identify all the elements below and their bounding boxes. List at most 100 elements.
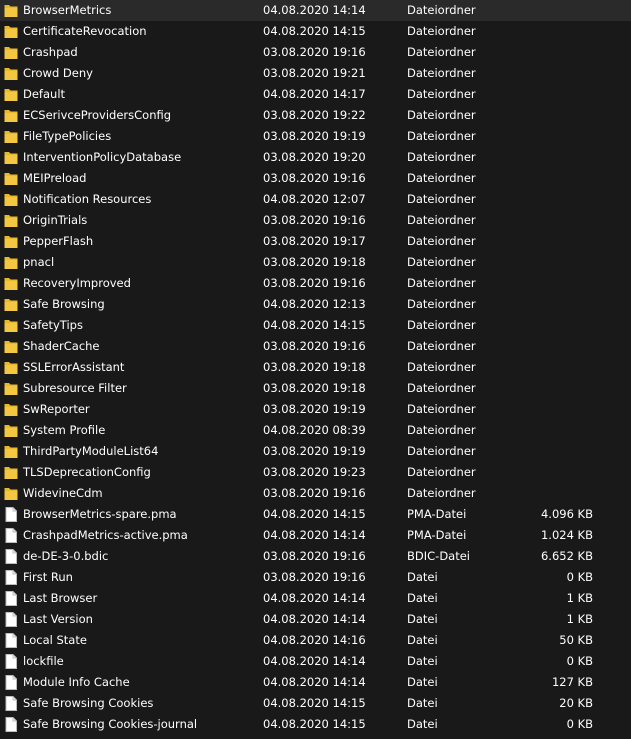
file-name: pnacl — [23, 255, 55, 269]
file-row[interactable]: Safe Browsing 04.08.2020 12:13 Dateiordner — [0, 294, 631, 315]
file-date-modified: 04.08.2020 14:14 — [263, 3, 366, 17]
file-row[interactable]: pnacl 03.08.2020 19:18 Dateiordner — [0, 252, 631, 273]
folder-icon — [4, 486, 18, 501]
file-name: Default — [23, 87, 66, 101]
file-date-modified: 03.08.2020 19:19 — [263, 129, 366, 143]
file-row[interactable]: First Run 03.08.2020 19:16 Datei 0 KB — [0, 567, 631, 588]
folder-icon — [4, 360, 18, 375]
file-icon — [4, 549, 18, 564]
file-date-modified: 04.08.2020 14:17 — [263, 87, 366, 101]
folder-icon — [4, 87, 18, 102]
file-name: WidevineCdm — [23, 486, 103, 500]
file-icon — [4, 591, 18, 606]
file-row[interactable]: Last Version 04.08.2020 14:14 Datei 1 KB — [0, 609, 631, 630]
folder-icon — [4, 192, 18, 207]
file-name: RecoveryImproved — [23, 276, 131, 290]
file-row[interactable]: PepperFlash 03.08.2020 19:17 Dateiordner — [0, 231, 631, 252]
file-row[interactable]: de-DE-3-0.bdic 03.08.2020 19:16 BDIC-Datei… — [0, 546, 631, 567]
file-date-modified: 03.08.2020 19:16 — [263, 549, 366, 563]
file-size: 1.024 KB — [540, 528, 593, 542]
file-row[interactable]: SwReporter 03.08.2020 19:19 Dateiordner — [0, 399, 631, 420]
file-type: PMA-Datei — [407, 528, 467, 542]
file-type: Dateiordner — [407, 444, 476, 458]
file-row[interactable]: WidevineCdm 03.08.2020 19:16 Dateiordner — [0, 483, 631, 504]
file-type: Dateiordner — [407, 108, 476, 122]
file-row[interactable]: SafetyTips 04.08.2020 14:15 Dateiordner — [0, 315, 631, 336]
file-row[interactable]: OriginTrials 03.08.2020 19:16 Dateiordner — [0, 210, 631, 231]
file-row[interactable]: Safe Browsing Cookies-journal 04.08.2020 … — [0, 714, 631, 735]
file-icon — [4, 696, 18, 711]
file-name: Last Version — [23, 612, 93, 626]
file-row[interactable]: FileTypePolicies 03.08.2020 19:19 Dateiord… — [0, 126, 631, 147]
file-row[interactable]: Safe Browsing Cookies 04.08.2020 14:15 Dat… — [0, 693, 631, 714]
file-row[interactable]: CertificateRevocation 04.08.2020 14:15 Dat… — [0, 21, 631, 42]
file-row[interactable]: Crashpad 03.08.2020 19:16 Dateiordner — [0, 42, 631, 63]
file-row[interactable]: ThirdPartyModuleList64 03.08.2020 19:19 Da… — [0, 441, 631, 462]
file-row[interactable]: TLSDeprecationConfig 03.08.2020 19:23 Date… — [0, 462, 631, 483]
file-type: Dateiordner — [407, 192, 476, 206]
file-date-modified: 03.08.2020 19:16 — [263, 276, 366, 290]
file-icon — [4, 612, 18, 627]
file-date-modified: 03.08.2020 19:16 — [263, 486, 366, 500]
file-icon — [4, 528, 18, 543]
file-name: ECSerivceProvidersConfig — [23, 108, 172, 122]
file-type: Dateiordner — [407, 276, 476, 290]
file-list: BrowserMetrics 04.08.2020 14:14 Dateiordne… — [0, 0, 631, 739]
folder-icon — [4, 213, 18, 228]
folder-icon — [4, 276, 18, 291]
file-name: Crowd Deny — [23, 66, 93, 80]
file-icon — [4, 654, 18, 669]
file-row[interactable]: BrowserMetrics-spare.pma 04.08.2020 14:15… — [0, 504, 631, 525]
file-date-modified: 03.08.2020 19:17 — [263, 234, 366, 248]
file-size: 6.652 KB — [540, 549, 593, 563]
file-name: Subresource Filter — [23, 381, 127, 395]
folder-icon — [4, 129, 18, 144]
folder-icon — [4, 318, 18, 333]
file-row[interactable]: ECSerivceProvidersConfig 03.08.2020 19:22… — [0, 105, 631, 126]
file-date-modified: 03.08.2020 19:18 — [263, 255, 366, 269]
file-name: FileTypePolicies — [23, 129, 112, 143]
file-row[interactable]: SSLErrorAssistant 03.08.2020 19:18 Dateior… — [0, 357, 631, 378]
file-row[interactable]: MEIPreload 03.08.2020 19:16 Dateiordner — [0, 168, 631, 189]
file-type: Dateiordner — [407, 255, 476, 269]
file-row[interactable]: lockfile 04.08.2020 14:14 Datei 0 KB — [0, 651, 631, 672]
folder-icon — [4, 45, 18, 60]
file-row[interactable]: ShaderCache 03.08.2020 19:16 Dateiordner — [0, 336, 631, 357]
file-date-modified: 04.08.2020 14:16 — [263, 633, 366, 647]
file-row[interactable]: Notification Resources 04.08.2020 12:07 Da… — [0, 189, 631, 210]
file-row[interactable]: Local State 04.08.2020 14:16 Datei 50 KB — [0, 630, 631, 651]
file-name: First Run — [23, 570, 73, 584]
file-type: Datei — [407, 696, 438, 710]
file-type: Dateiordner — [407, 402, 476, 416]
file-date-modified: 03.08.2020 19:23 — [263, 465, 366, 479]
file-date-modified: 03.08.2020 19:18 — [263, 360, 366, 374]
file-type: Dateiordner — [407, 234, 476, 248]
file-type: Dateiordner — [407, 150, 476, 164]
file-row[interactable]: Default 04.08.2020 14:17 Dateiordner — [0, 84, 631, 105]
file-name: Safe Browsing — [23, 297, 105, 311]
file-date-modified: 03.08.2020 19:20 — [263, 150, 366, 164]
file-type: Dateiordner — [407, 381, 476, 395]
file-row[interactable]: Last Browser 04.08.2020 14:14 Datei 1 KB — [0, 588, 631, 609]
file-date-modified: 04.08.2020 14:15 — [263, 24, 366, 38]
file-row[interactable]: RecoveryImproved 03.08.2020 19:16 Dateiord… — [0, 273, 631, 294]
file-type: Dateiordner — [407, 171, 476, 185]
file-type: Dateiordner — [407, 318, 476, 332]
file-row[interactable]: InterventionPolicyDatabase 03.08.2020 19:… — [0, 147, 631, 168]
file-row[interactable]: CrashpadMetrics-active.pma 04.08.2020 14:… — [0, 525, 631, 546]
file-name: ShaderCache — [23, 339, 100, 353]
file-name: CrashpadMetrics-active.pma — [23, 528, 188, 542]
file-name: ThirdPartyModuleList64 — [23, 444, 159, 458]
folder-icon — [4, 423, 18, 438]
file-row[interactable]: Subresource Filter 03.08.2020 19:18 Dateio… — [0, 378, 631, 399]
file-row[interactable]: Module Info Cache 04.08.2020 14:14 Datei 12… — [0, 672, 631, 693]
file-name: Local State — [23, 633, 87, 647]
file-icon — [4, 717, 18, 732]
file-size: 1 KB — [566, 591, 593, 605]
file-row[interactable]: BrowserMetrics 04.08.2020 14:14 Dateiordne… — [0, 0, 631, 21]
folder-icon — [4, 402, 18, 417]
file-row[interactable]: System Profile 04.08.2020 08:39 Dateiordne… — [0, 420, 631, 441]
file-date-modified: 04.08.2020 14:14 — [263, 612, 366, 626]
file-row[interactable]: Crowd Deny 03.08.2020 19:21 Dateiordner — [0, 63, 631, 84]
folder-icon — [4, 3, 18, 18]
